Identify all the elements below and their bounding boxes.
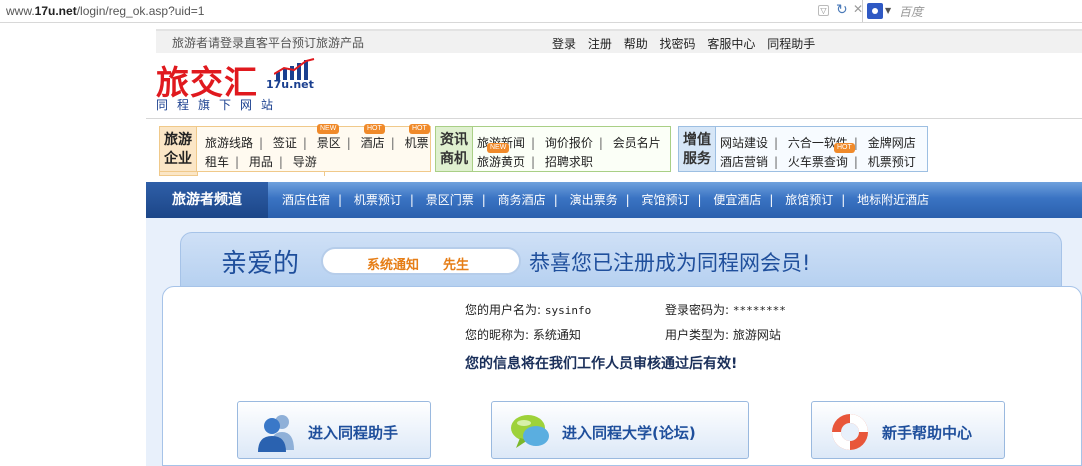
cat-link-supplies[interactable]: 用品 xyxy=(249,153,273,170)
cat-link-jobs[interactable]: 招聘求职 xyxy=(545,153,593,170)
nav-item-flight[interactable]: 机票预订 xyxy=(354,182,402,218)
greeting-dear: 亲爱的 xyxy=(221,249,300,279)
greeting-message: 恭喜您已注册成为同程网会员! xyxy=(529,251,811,275)
nav-item-show-tickets[interactable]: 演出票务 xyxy=(570,182,618,218)
category-news-business: 资讯商机 旅游新闻| 询价报价| 会员名片 旅游黄页| 招聘求职 NEW xyxy=(435,126,671,172)
cat-link-gold-shop[interactable]: 金牌网店 xyxy=(868,134,916,151)
top-info-bar: 旅游者请登录直客平台预订旅游产品 登录 注册 帮助 找密码 客服中心 同程助手 xyxy=(156,29,1082,53)
nav-items: 酒店住宿 | 机票预订 | 景区门票 | 商务酒店 | 演出票务 | 宾馆预订 | 便宜酒店… xyxy=(282,182,929,218)
category-value-added: 增值 服务 网站建设 | 六合一软件 | 金牌网店 酒店营销 | 火车票查询 | 机票预订… xyxy=(678,126,928,172)
cat-link-train-query[interactable]: 火车票查询 xyxy=(788,153,848,170)
chat-bubble-icon xyxy=(511,415,549,448)
main-navbar: 旅游者频道 酒店住宿 | 机票预订 | 景区门票 | 商务酒店 | 演出票务 | 宾馆预订… xyxy=(146,182,1082,218)
category-links: 旅游线路 | 签证 | 景区 | 酒店 | 机票 租车 | 用品 | 导游 NEW HOT … xyxy=(197,124,431,172)
cat-link-scenic[interactable]: 景区 xyxy=(317,134,341,151)
usertype-value: 旅游网站 xyxy=(732,328,781,342)
category-title: 资讯 商机 xyxy=(435,126,473,172)
logo-domain: 17u.net xyxy=(266,78,314,91)
browser-toolbar: www.17u.net/login/reg_ok.asp?uid=1 ▽ ↻ ✕… xyxy=(0,0,1082,23)
login-link[interactable]: 登录 xyxy=(552,37,576,51)
category-panel: 旅游 企业 旅游线路 | 签证 | 景区 | 酒店 | 机票 租车 | 用品 | 导游 NEW… xyxy=(146,118,1082,180)
cat-link-member-card[interactable]: 会员名片 xyxy=(613,134,661,151)
url-domain: 17u.net xyxy=(34,4,77,18)
browser-search-box[interactable]: ▼ 百度 xyxy=(862,0,1082,22)
enter-university-button[interactable]: 进入同程大学(论坛) xyxy=(491,401,749,459)
logo-subtitle: 同程旗下网站 xyxy=(156,98,283,112)
nickname-label: 您的昵称为: xyxy=(465,328,530,342)
help-center-button[interactable]: 新手帮助中心 xyxy=(811,401,1005,459)
nav-item-business-hotel[interactable]: 商务酒店 xyxy=(498,182,546,218)
nav-item-cheap-hotel[interactable]: 便宜酒店 xyxy=(713,182,761,218)
users-icon xyxy=(258,415,294,452)
cat-link-quote[interactable]: 询价报价 xyxy=(545,134,593,151)
category-tab-strip-inner xyxy=(197,172,325,176)
nickname-value: 系统通知 xyxy=(532,328,581,342)
help-center-label: 新手帮助中心 xyxy=(882,424,973,442)
cat-link-yellow-pages[interactable]: 旅游黄页 xyxy=(477,153,525,170)
cat-link-car-rental[interactable]: 租车 xyxy=(205,153,229,170)
nickname-row: 您的昵称为: 系统通知 xyxy=(465,326,581,343)
hot-badge: HOT xyxy=(834,143,855,153)
enter-assistant-label: 进入同程助手 xyxy=(308,424,399,442)
nav-item-scenic-ticket[interactable]: 景区门票 xyxy=(426,182,474,218)
nav-item-guesthouse[interactable]: 宾馆预订 xyxy=(641,182,689,218)
cat-link-routes[interactable]: 旅游线路 xyxy=(205,134,253,151)
address-bar[interactable]: www.17u.net/login/reg_ok.asp?uid=1 xyxy=(6,4,204,18)
url-prefix: www. xyxy=(6,4,35,18)
help-link[interactable]: 帮助 xyxy=(624,37,648,51)
url-path: /login/reg_ok.asp?uid=1 xyxy=(76,4,205,18)
cat-link-hotel-marketing[interactable]: 酒店营销 xyxy=(720,153,768,170)
review-notice: 您的信息将在我们工作人员审核通过后有效! xyxy=(465,356,738,372)
reload-icon[interactable]: ↻ xyxy=(836,2,848,18)
nav-item-inn[interactable]: 旅馆预订 xyxy=(785,182,833,218)
usertype-row: 用户类型为: 旅游网站 xyxy=(665,326,781,343)
password-row: 登录密码为: ******** xyxy=(665,301,786,318)
enter-university-label: 进入同程大学(论坛) xyxy=(562,424,696,442)
chevron-down-icon[interactable]: ▼ xyxy=(885,6,891,15)
usertype-label: 用户类型为: xyxy=(665,328,730,342)
hot-badge: HOT xyxy=(364,124,385,134)
nav-item-landmark-hotel[interactable]: 地标附近酒店 xyxy=(857,182,929,218)
password-value: ******** xyxy=(732,304,786,317)
lifebuoy-icon xyxy=(832,414,868,450)
category-links: 旅游新闻| 询价报价| 会员名片 旅游黄页| 招聘求职 NEW xyxy=(473,126,671,172)
nav-item-hotel[interactable]: 酒店住宿 xyxy=(282,182,330,218)
cat-link-hotel[interactable]: 酒店 xyxy=(361,134,385,151)
site-logo[interactable]: 旅交汇 17u.net 同程旗下网站 xyxy=(156,56,326,112)
greeting-banner: 亲爱的 系统通知 先生 恭喜您已注册成为同程网会员! xyxy=(180,232,1062,290)
username-label: 您的用户名为: xyxy=(465,303,542,317)
assistant-link[interactable]: 同程助手 xyxy=(767,37,815,51)
cat-link-visa[interactable]: 签证 xyxy=(273,134,297,151)
cat-link-ticket[interactable]: 机票 xyxy=(405,134,429,151)
greeting-title: 先生 xyxy=(443,258,470,273)
password-label: 登录密码为: xyxy=(665,303,730,317)
cat-link-website[interactable]: 网站建设 xyxy=(720,134,768,151)
username-value: sysinfo xyxy=(544,304,592,317)
topbar-notice: 旅游者请登录直客平台预订旅游产品 xyxy=(172,36,365,50)
greeting-username: 系统通知 xyxy=(367,258,420,273)
service-center-link[interactable]: 客服中心 xyxy=(707,37,755,51)
category-travel-enterprise: 旅游 企业 旅游线路 | 签证 | 景区 | 酒店 | 机票 租车 | 用品 | 导游 NEW… xyxy=(159,124,431,172)
top-links: 登录 注册 帮助 找密码 客服中心 同程助手 xyxy=(552,35,823,52)
register-link[interactable]: 注册 xyxy=(588,37,612,51)
category-title: 增值 服务 xyxy=(678,126,716,172)
enter-assistant-button[interactable]: 进入同程助手 xyxy=(237,401,431,459)
search-engine-icon[interactable] xyxy=(867,3,883,19)
address-dropdown-icon[interactable]: ▽ xyxy=(818,5,829,16)
cat-link-flight-booking[interactable]: 机票预订 xyxy=(868,153,916,170)
hot-badge: HOT xyxy=(409,124,430,134)
cat-link-guide[interactable]: 导游 xyxy=(293,153,317,170)
search-placeholder: 百度 xyxy=(899,5,924,19)
new-badge: NEW xyxy=(487,143,510,153)
category-links: 网站建设 | 六合一软件 | 金牌网店 酒店营销 | 火车票查询 | 机票预订 HOT xyxy=(716,126,928,172)
greeting-name-pill: 系统通知 先生 xyxy=(321,247,521,275)
find-password-link[interactable]: 找密码 xyxy=(660,37,696,51)
registration-info-panel: 您的用户名为: sysinfo 登录密码为: ******** 您的昵称为: 系… xyxy=(162,286,1082,466)
nav-channel-title[interactable]: 旅游者频道 xyxy=(146,182,268,218)
username-row: 您的用户名为: sysinfo xyxy=(465,301,591,318)
new-badge: NEW xyxy=(317,124,340,134)
logo-chart-icon xyxy=(274,58,315,80)
category-title: 旅游 企业 xyxy=(159,126,197,172)
